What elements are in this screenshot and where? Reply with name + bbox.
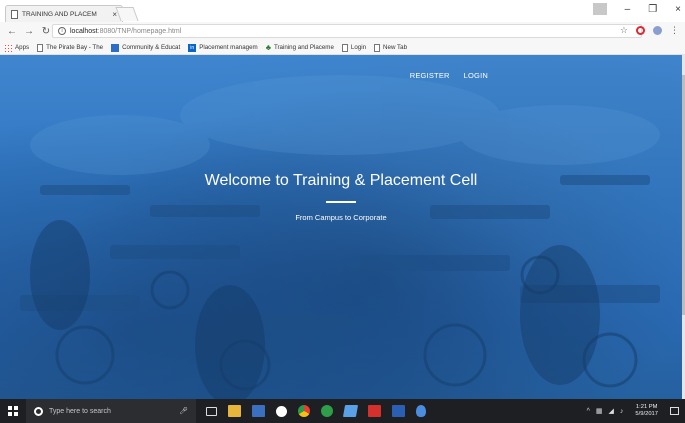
bookmarks-bar: Apps The Pirate Bay - The Community & Ed…: [0, 41, 685, 55]
maximize-icon[interactable]: ❐: [648, 4, 657, 15]
app-icon[interactable]: [416, 405, 426, 417]
taskbar-apps: [206, 405, 426, 417]
notes-app-icon[interactable]: [342, 405, 359, 417]
register-link[interactable]: REGISTER: [410, 71, 450, 80]
bookmark-label: Training and Placeme: [273, 44, 334, 51]
bookmark-placement[interactable]: in Placement managem: [188, 43, 258, 52]
task-view-icon[interactable]: [206, 406, 217, 416]
bookmark-community[interactable]: Community & Educat: [111, 43, 181, 52]
hero-section: REGISTER LOGIN Welcome to Training & Pla…: [0, 55, 682, 399]
page-icon: [11, 9, 18, 19]
bookmark-label: The Pirate Bay - The: [46, 44, 104, 51]
close-icon[interactable]: ×: [675, 4, 681, 15]
shield-extension-icon[interactable]: [653, 26, 662, 35]
bookmark-label: Apps: [15, 44, 30, 51]
login-link[interactable]: LOGIN: [464, 71, 488, 80]
cortana-icon: [34, 406, 43, 416]
microphone-icon[interactable]: 🎤︎: [179, 407, 188, 415]
green-app-icon[interactable]: [321, 405, 333, 417]
linkedin-icon: in: [188, 43, 197, 52]
clover-icon: ♣: [265, 43, 271, 52]
reload-icon[interactable]: ↻: [41, 26, 51, 37]
word-icon[interactable]: [392, 405, 405, 417]
opera-extension-icon[interactable]: [636, 26, 645, 35]
apps-grid-icon: [4, 43, 12, 52]
clock-time: 1:21 PM: [635, 404, 658, 410]
bookmark-new-tab[interactable]: New Tab: [374, 43, 408, 52]
browser-tab[interactable]: TRAINING AND PLACEM ×: [5, 5, 123, 22]
chrome-icon[interactable]: [298, 405, 310, 417]
url-path: :8080/TNP/homepage.html: [97, 27, 182, 35]
bookmark-apps[interactable]: Apps: [4, 43, 30, 52]
bookmark-pirate-bay[interactable]: The Pirate Bay - The: [37, 43, 104, 52]
taskbar-search-box[interactable]: Type here to search 🎤︎: [26, 399, 196, 423]
forward-arrow-icon[interactable]: →: [24, 26, 34, 37]
search-placeholder: Type here to search: [49, 407, 111, 415]
address-bar[interactable]: i localhost :8080/TNP/homepage.html: [52, 24, 642, 38]
calculator-icon[interactable]: [252, 405, 265, 417]
hero-background-image: [20, 75, 660, 399]
page-icon: [374, 43, 381, 52]
window-controls: – ❐ ×: [592, 3, 681, 15]
bookmark-star-icon[interactable]: ☆: [620, 25, 628, 36]
notification-icon[interactable]: [670, 407, 679, 415]
new-tab-button[interactable]: [115, 7, 139, 21]
profile-icon[interactable]: [592, 3, 607, 15]
bookmark-label: Placement managem: [199, 44, 258, 51]
wifi-icon[interactable]: ◢: [609, 407, 614, 415]
clock-date: 5/9/2017: [635, 411, 658, 417]
community-icon: [111, 43, 120, 52]
bookmark-training[interactable]: ♣ Training and Placeme: [266, 43, 334, 52]
windows-taskbar: Type here to search 🎤︎: [0, 399, 685, 423]
hero-subtitle: From Campus to Corporate: [295, 213, 387, 222]
back-arrow-icon[interactable]: ←: [7, 26, 17, 37]
hero-title: Welcome to Training & Placement Cell: [204, 172, 478, 189]
tab-title: TRAINING AND PLACEM: [22, 10, 97, 18]
volume-icon[interactable]: ♪: [620, 408, 624, 415]
file-explorer-icon[interactable]: [228, 405, 241, 417]
toolbar-extensions: ☆ ⋮: [620, 25, 679, 36]
edge-browser-icon[interactable]: [276, 405, 287, 417]
bookmark-label: Community & Educat: [122, 44, 181, 51]
page-icon: [341, 43, 348, 52]
minimize-icon[interactable]: –: [625, 4, 631, 15]
url-host: localhost: [70, 27, 98, 35]
clock[interactable]: 1:21 PM 5/9/2017: [635, 404, 658, 418]
system-tray: ^ ▦ ◢ ♪ 1:21 PM 5/9/2017: [587, 399, 685, 423]
bookmark-label: New Tab: [383, 44, 408, 51]
start-button[interactable]: [0, 399, 26, 423]
page-icon: [37, 43, 44, 52]
network-icon[interactable]: ▦: [596, 407, 603, 415]
top-navigation: REGISTER LOGIN: [410, 71, 488, 80]
windows-logo-icon: [8, 406, 18, 416]
hero-divider: [326, 201, 356, 203]
pdf-reader-icon[interactable]: [368, 405, 381, 417]
bookmark-login[interactable]: Login: [341, 43, 367, 52]
chevron-up-icon[interactable]: ^: [587, 408, 590, 415]
info-icon[interactable]: i: [58, 27, 66, 35]
browser-titlebar: TRAINING AND PLACEM × – ❐ ×: [0, 0, 685, 22]
bookmark-label: Login: [350, 44, 367, 51]
menu-kebab-icon[interactable]: ⋮: [670, 25, 679, 36]
